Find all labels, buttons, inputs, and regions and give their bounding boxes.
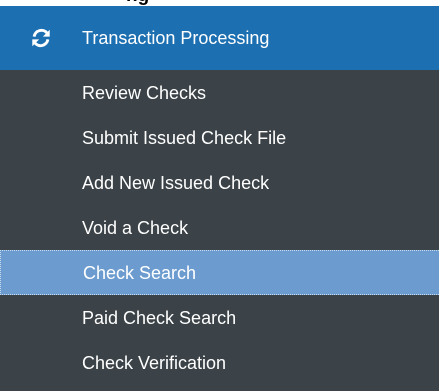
refresh-icon bbox=[32, 28, 50, 48]
menu-item-void-a-check[interactable]: Void a Check bbox=[0, 205, 439, 250]
menu-item-label: Paid Check Search bbox=[82, 308, 237, 328]
menu-item-label: Submit Issued Check File bbox=[82, 128, 287, 148]
transaction-processing-menu: Transaction Processing Review Checks Sub… bbox=[0, 6, 439, 391]
menu-item-label: Check Search bbox=[83, 263, 197, 283]
menu-item-label: Add New Issued Check bbox=[82, 173, 270, 193]
menu-item-check-search[interactable]: Check Search bbox=[0, 250, 439, 295]
menu-header-label: Transaction Processing bbox=[82, 28, 270, 48]
menu-item-paid-check-search[interactable]: Paid Check Search bbox=[0, 295, 439, 340]
menu-item-add-new-issued-check[interactable]: Add New Issued Check bbox=[0, 160, 439, 205]
page: ng Transaction Processing Review Checks … bbox=[0, 0, 439, 391]
menu-item-review-checks[interactable]: Review Checks bbox=[0, 70, 439, 115]
menu-item-check-verification[interactable]: Check Verification bbox=[0, 340, 439, 385]
menu-item-label: Review Checks bbox=[82, 83, 207, 103]
menu-item-submit-issued-check-file[interactable]: Submit Issued Check File bbox=[0, 115, 439, 160]
menu-header-transaction-processing[interactable]: Transaction Processing bbox=[0, 6, 439, 70]
menu-item-label: Void a Check bbox=[82, 218, 189, 238]
menu-item-label: Check Verification bbox=[82, 353, 227, 373]
